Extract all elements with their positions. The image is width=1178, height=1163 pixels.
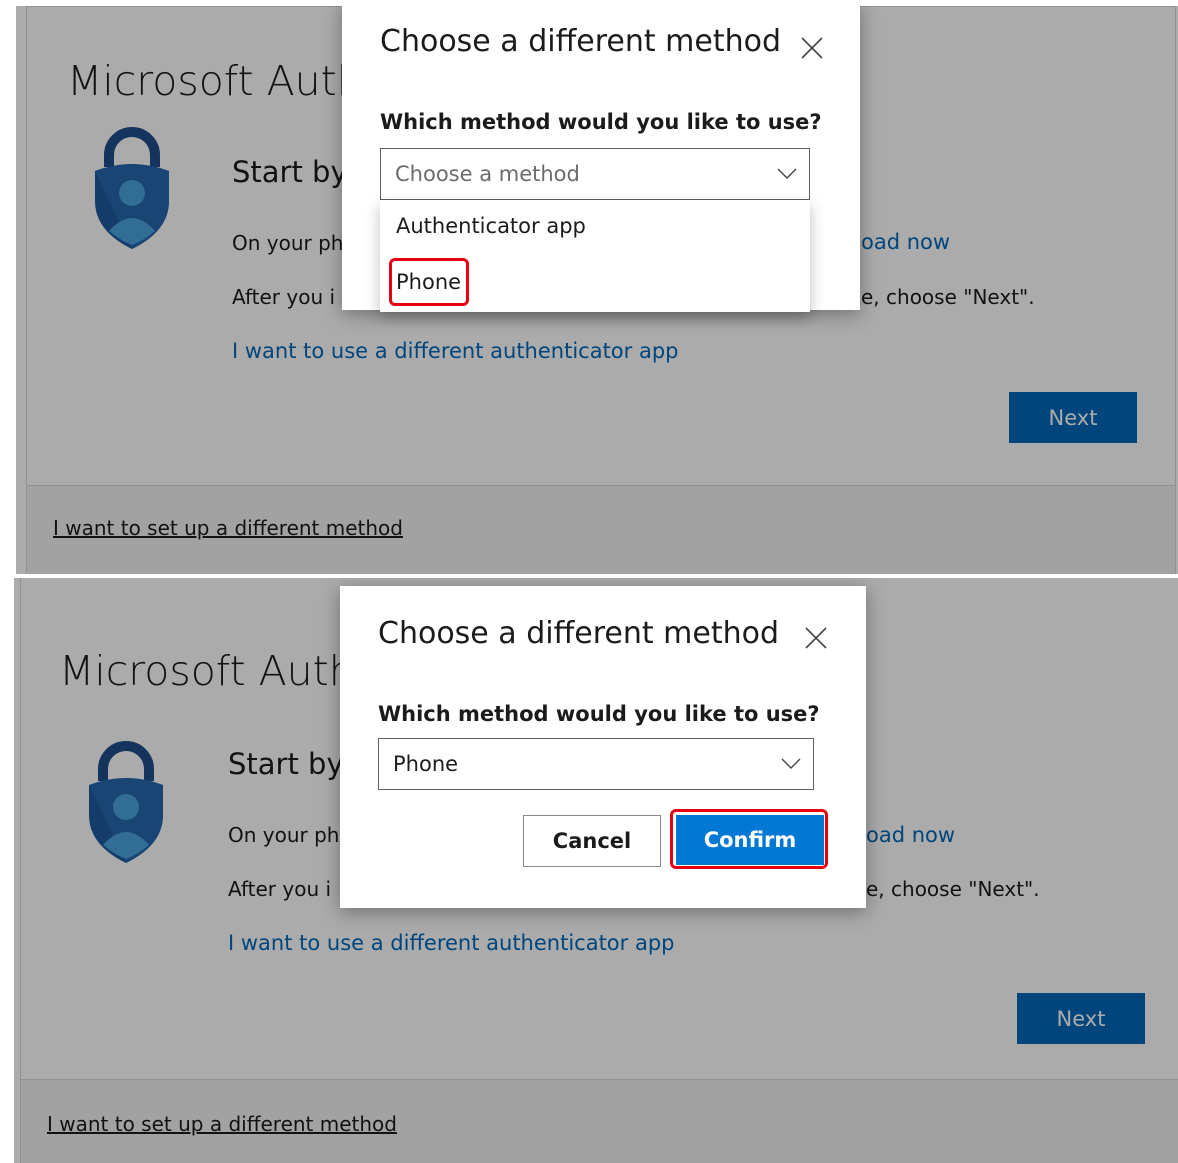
close-icon[interactable] [798,34,826,62]
method-dropdown-list: Authenticator app Phone [380,200,810,312]
highlight-confirm-button [670,809,828,869]
method-select[interactable]: Choose a method [380,148,810,200]
chevron-down-icon [777,168,797,179]
chevron-down-icon [781,758,801,769]
choose-method-dialog: Choose a different method Which method w… [342,6,860,312]
option-authenticator-app[interactable]: Authenticator app [396,214,586,238]
method-question-label: Which method would you like to use? [378,702,820,726]
method-select-value: Phone [393,752,459,776]
dialog-title: Choose a different method [378,616,780,651]
method-select-placeholder: Choose a method [395,162,580,186]
close-icon[interactable] [802,624,830,652]
method-question-label: Which method would you like to use? [380,110,822,134]
screenshot-step-1: Microsoft Auth Start by On your ph oad n… [16,6,1178,574]
cancel-button[interactable]: Cancel [523,815,661,867]
dialog-title: Choose a different method [380,24,782,59]
highlight-phone-option [389,258,469,306]
choose-method-dialog: Choose a different method Which method w… [340,586,866,908]
method-select[interactable]: Phone [378,738,814,790]
screenshot-step-2: Microsoft Auth Start by On your ph oad n… [14,578,1178,1163]
